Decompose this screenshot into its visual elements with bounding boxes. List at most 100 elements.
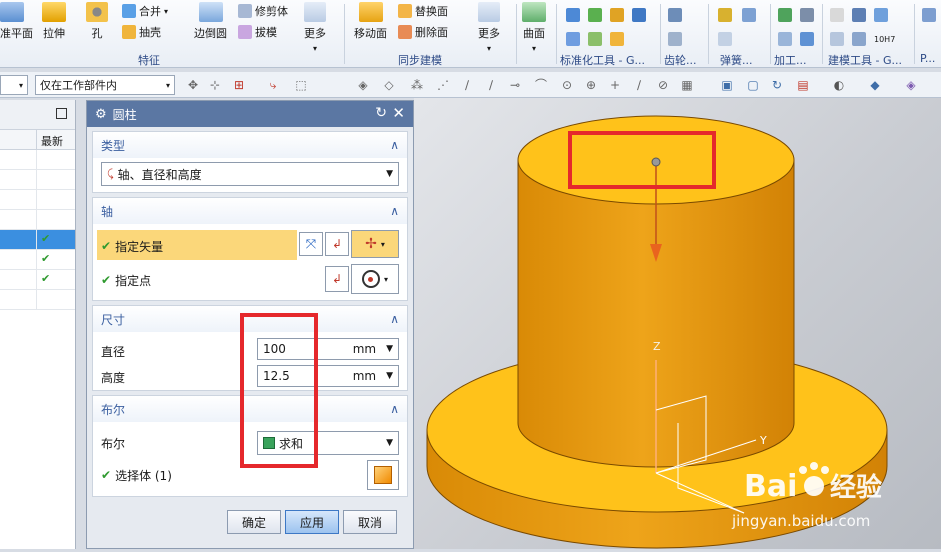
snap-icon[interactable]: ⬚ [294,78,308,92]
spring-icon[interactable] [742,8,756,22]
navigator-row[interactable] [0,190,75,210]
navigator-row[interactable] [0,150,75,170]
hole-button[interactable]: 孔 [86,2,108,41]
tool-icon[interactable] [588,8,602,22]
snap-icon[interactable]: ⊙ [560,78,574,92]
extrude-button[interactable]: 拉伸 [42,2,66,41]
snap-icon[interactable]: ⊘ [656,78,670,92]
tool-icon[interactable] [632,8,646,22]
reset-icon[interactable]: ↻ [375,105,387,121]
tool-icon[interactable] [922,8,936,22]
view-icon[interactable]: ◈ [904,78,918,92]
machining-icon[interactable] [800,8,814,22]
reverse-direction-button[interactable]: ⤧ [299,232,323,256]
type-filter-dropdown[interactable]: ▾ [0,75,28,95]
refresh-icon[interactable]: ↻ [770,78,784,92]
graphics-viewport[interactable]: Z Y Bai 经验 jingyan.baidu.com [414,98,941,549]
maximize-icon[interactable] [56,108,67,119]
modeling-tool-icon[interactable] [852,32,866,46]
modeling-tool-icon[interactable] [852,8,866,22]
column-latest[interactable]: 最新 [41,133,63,149]
surface-button[interactable]: 曲面 ▾ [522,2,546,53]
chevron-up-icon: ∧ [390,402,399,416]
tool-icon[interactable] [588,32,602,46]
snap-icon[interactable]: ⊞ [232,78,246,92]
apply-button[interactable]: 应用 [285,510,339,534]
snap-icon[interactable]: ✥ [186,78,200,92]
navigator-row[interactable] [0,210,75,230]
snap-icon[interactable]: ⊹ [208,78,222,92]
point-dialog-button[interactable]: ↲ [325,266,349,292]
snap-icon[interactable]: ⋰ [436,78,450,92]
tool-icon[interactable] [610,32,624,46]
tool-icon[interactable] [566,32,580,46]
view-icon[interactable]: ◆ [868,78,882,92]
ok-button[interactable]: 确定 [227,510,281,534]
spring-icon[interactable] [718,32,732,46]
more-button-1[interactable]: 更多 ▾ [304,2,326,53]
shell-button[interactable]: 抽壳 [122,24,161,40]
more-button-2[interactable]: 更多 ▾ [478,2,500,53]
draft-label: 拔模 [255,26,277,39]
snap-icon[interactable]: ⌒ [534,78,548,92]
vector-origin-point[interactable] [651,157,661,167]
tool-icon[interactable] [566,8,580,22]
snap-icon[interactable]: ⤷ [266,78,280,92]
specify-point-label: 指定点 [115,273,152,288]
snap-icon[interactable]: ⁂ [410,78,424,92]
trim-body-button[interactable]: 修剪体 [238,3,288,19]
cancel-button[interactable]: 取消 [343,510,397,534]
snap-icon[interactable]: ∕ [632,78,646,92]
edge-blend-button[interactable]: 边倒圆 [194,2,227,41]
modeling-tool-icon[interactable] [830,8,844,22]
close-icon[interactable]: ✕ [392,104,405,122]
navigator-row[interactable]: ✔ [0,250,75,270]
navigator-row[interactable]: ✔ [0,270,75,290]
modeling-tool-icon[interactable] [830,32,844,46]
tool-icon[interactable] [610,8,624,22]
fit-tolerance-label[interactable]: 10H7 [874,35,895,44]
navigator-row[interactable]: ✔ [0,230,75,250]
type-section: 类型 ∧ ⤹ 轴、直径和高度 ▼ [92,131,408,193]
type-section-header[interactable]: 类型 ∧ [93,132,407,158]
latest-check-icon: ✔ [41,252,51,265]
snap-icon[interactable]: ▦ [680,78,694,92]
machining-icon[interactable] [778,8,792,22]
machining-icon[interactable] [778,32,792,46]
navigator-row[interactable] [0,290,75,310]
snap-icon[interactable]: ◇ [382,78,396,92]
navigator-row[interactable] [0,170,75,190]
gear-icon[interactable] [668,8,682,22]
watermark-url: jingyan.baidu.com [731,512,870,530]
check-icon: ✔ [101,273,112,287]
view-icon[interactable]: ▢ [746,78,760,92]
view-icon[interactable]: ▤ [796,78,810,92]
snap-icon[interactable]: ◈ [356,78,370,92]
axis-section-header[interactable]: 轴 ∧ [93,198,407,224]
snap-icon[interactable]: ⊕ [584,78,598,92]
replace-face-button[interactable]: 替换面 [398,3,448,19]
chevron-up-icon: ∧ [390,204,399,218]
gear-icon[interactable] [668,32,682,46]
snap-icon[interactable]: ⊸ [508,78,522,92]
model-view: Z Y Bai 经验 jingyan.baidu.com [426,115,888,549]
machining-icon[interactable] [800,32,814,46]
move-face-button[interactable]: 移动面 [354,2,387,41]
render-style-icon[interactable]: ◐ [832,78,846,92]
unite-button[interactable]: 合并 ▾ [122,3,168,19]
draft-button[interactable]: 拔模 [238,24,277,40]
snap-icon[interactable]: ∕ [460,78,474,92]
type-dropdown[interactable]: ⤹ 轴、直径和高度 ▼ [101,162,399,186]
select-body-button[interactable] [367,460,399,490]
datum-plane-button[interactable]: 准平面 [0,2,33,41]
view-icon[interactable]: ▣ [720,78,734,92]
spring-icon[interactable] [718,8,732,22]
scope-filter-dropdown[interactable]: 仅在工作部件内 ▾ [35,75,175,95]
delete-face-button[interactable]: 删除面 [398,24,448,40]
snap-icon[interactable]: + [608,78,622,92]
modeling-tool-icon[interactable] [874,8,888,22]
vector-dialog-button[interactable]: ↲ [325,232,349,256]
snap-icon[interactable]: ∕ [484,78,498,92]
point-type-dropdown[interactable]: ▾ [351,264,399,294]
vector-type-dropdown[interactable]: ✢ ▾ [351,230,399,258]
